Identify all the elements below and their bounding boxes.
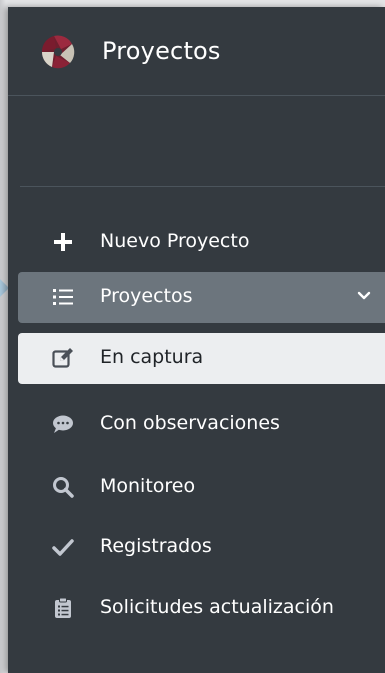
clipboard-icon	[55, 597, 71, 618]
plus-icon	[54, 233, 72, 251]
list-icon	[53, 289, 73, 305]
page-frame: Proyectos Nuevo Proyecto Proyectos En ca…	[0, 0, 385, 673]
sidebar-item-con-observaciones[interactable]: Con observaciones	[18, 399, 385, 450]
sidebar: Proyectos Nuevo Proyecto Proyectos En ca…	[8, 7, 385, 673]
sidebar-item-label: Solicitudes actualización	[100, 596, 334, 618]
sidebar-item-nuevo-proyecto[interactable]: Nuevo Proyecto	[18, 217, 385, 268]
sidebar-item-en-captura[interactable]: En captura	[18, 333, 385, 384]
camera-shutter-logo-icon	[41, 35, 75, 69]
sidebar-item-proyectos[interactable]: Proyectos	[18, 272, 385, 323]
brand-title: Proyectos	[102, 37, 221, 65]
sidebar-item-registrados[interactable]: Registrados	[18, 522, 385, 573]
sidebar-item-label: Monitoreo	[100, 475, 196, 497]
sidebar-item-solicitudes-actualizacion[interactable]: Solicitudes actualización	[18, 583, 385, 634]
sidebar-item-label: Con observaciones	[100, 412, 280, 434]
chevron-down-icon[interactable]	[357, 289, 371, 303]
check-icon	[52, 539, 74, 556]
search-icon	[53, 477, 74, 498]
sidebar-item-monitoreo[interactable]: Monitoreo	[18, 462, 385, 513]
sidebar-item-label: Nuevo Proyecto	[100, 230, 250, 252]
comment-icon	[53, 415, 73, 433]
edit-icon	[52, 348, 73, 368]
sidebar-item-label: Registrados	[100, 535, 212, 557]
brand-link[interactable]: Proyectos	[8, 7, 385, 96]
sidebar-item-label: En captura	[100, 346, 204, 368]
sidebar-divider	[20, 186, 385, 187]
sidebar-item-label: Proyectos	[100, 285, 193, 307]
